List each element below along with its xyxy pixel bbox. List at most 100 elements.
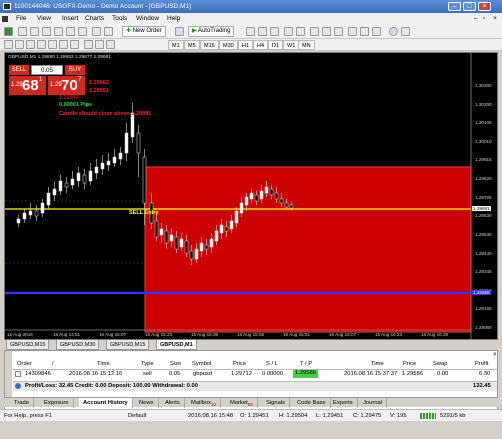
metaeditor-icon[interactable] [175,27,184,36]
new-order-button[interactable]: ✚ New Order [122,26,166,37]
ask-price-box[interactable]: 1.29 70 7 [48,76,85,95]
menu-window[interactable]: Window [136,13,159,25]
lot-size-input[interactable]: 0.05 [31,65,63,75]
timeframe-m5[interactable]: M5 [184,40,200,50]
arrows-icon[interactable] [106,40,115,49]
tab-gbpusd-m15-b[interactable]: GBPUSD,M15 [106,340,150,350]
history-icon[interactable] [92,27,101,36]
trendline-icon[interactable] [48,40,57,49]
periods-icon[interactable] [360,27,369,36]
tile-icon[interactable] [310,27,319,36]
sell-button[interactable]: SELL [9,65,29,75]
terminal-icon[interactable] [66,27,75,36]
timeframe-d1[interactable]: D1 [268,40,284,50]
timeframe-m30[interactable]: M30 [219,40,238,50]
menu-help[interactable]: Help [167,13,180,25]
standard-toolbar: ✚ New Order ▶ AutoTrading [0,25,502,39]
one-click-trading-panel: SELL 0.05 BUY 1.29 68 1 1.29 70 7 [9,65,85,95]
tab-account-history[interactable]: Account History [79,398,133,408]
menu-charts[interactable]: Charts [85,13,104,25]
horizontal-line-icon[interactable] [37,40,46,49]
mdi-minimize-icon[interactable]: – [474,13,478,25]
tab-gbpusd-m1[interactable]: GBPUSD,M1 [156,340,197,350]
candle-body [169,234,174,242]
search-icon[interactable] [401,27,410,36]
autotrading-button[interactable]: ▶ AutoTrading [188,26,235,37]
tab-gbpusd-m15-a[interactable]: GBPUSD,M15 [6,340,50,350]
menu-tools[interactable]: Tools [112,13,127,25]
menu-insert[interactable]: Insert [62,13,78,25]
crosshair-icon[interactable] [15,40,24,49]
col-price[interactable]: Price [233,361,246,367]
profiles-icon[interactable] [18,27,27,36]
text-icon[interactable] [84,40,93,49]
menu-file[interactable]: File [16,13,26,25]
mdi-close-icon[interactable]: × [493,13,497,25]
candle-body [214,230,219,242]
col-close-price[interactable]: Price [403,361,416,367]
col-order[interactable]: Order [17,361,32,367]
community-icon[interactable] [389,27,398,36]
candle-body [100,162,105,170]
tab-exposure[interactable]: Exposure [40,398,74,408]
col-profit[interactable]: Profit [475,361,489,367]
tab-signals[interactable]: Signals [262,398,291,408]
line-chart-icon[interactable] [270,27,279,36]
timeframe-mn[interactable]: MN [298,40,315,50]
indicators-icon[interactable] [348,27,357,36]
templates-icon[interactable] [372,27,381,36]
refresh-icon[interactable] [104,27,113,36]
terminal-close-icon[interactable]: × [493,352,497,358]
close-icon[interactable]: × [478,2,491,11]
price-tick-label: 1.29820 [475,176,492,182]
col-symbol[interactable]: Symbol [192,361,211,367]
buy-button[interactable]: BUY [65,65,85,75]
maximize-icon[interactable]: □ [463,2,476,11]
tab-alerts[interactable]: Alerts [161,398,185,408]
tab-market[interactable]: Market59 [226,398,258,408]
col-size[interactable]: Size [170,361,181,367]
tab-news[interactable]: News [135,398,159,408]
autoscroll-icon[interactable] [322,27,331,36]
tab-code-base[interactable]: Code Base [293,398,331,408]
candles-icon[interactable] [258,27,267,36]
col-close-time[interactable]: Time [371,361,384,367]
vertical-line-icon[interactable] [26,40,35,49]
col-swap[interactable]: Swap [433,361,448,367]
col-type[interactable]: Type [141,361,154,367]
tab-experts[interactable]: Experts [329,398,358,408]
tester-icon[interactable] [78,27,87,36]
timeframe-m15[interactable]: M15 [200,40,219,50]
col-tp[interactable]: T / P [300,361,312,367]
equidistant-channel-icon[interactable] [59,40,68,49]
menu-view[interactable]: View [37,13,51,25]
timeframe-w1[interactable]: W1 [283,40,300,50]
timeframe-h4[interactable]: H4 [253,40,269,50]
market-watch-icon[interactable] [30,27,39,36]
mdi-restore-icon[interactable]: ▫ [483,13,485,25]
table-row[interactable]: 14309846 2016.08.16 15:12:16 sell 0.05 g… [13,370,497,380]
text-label-icon[interactable] [95,40,104,49]
zoom-out-icon[interactable] [296,27,305,36]
new-chart-icon[interactable] [4,27,13,36]
timeframe-h1[interactable]: H1 [238,40,254,50]
bar-chart-icon[interactable] [246,27,255,36]
price-chart[interactable]: SELL 0.05 BUY 1.29 68 1 1.29 70 7 GBPUSD… [4,52,498,341]
tab-journal[interactable]: Journal [359,398,388,408]
chart-shift-icon[interactable] [334,27,343,36]
minimize-icon[interactable]: – [448,2,461,11]
bid-price-box[interactable]: 1.29 68 1 [9,76,46,95]
col-open-time[interactable]: Time [97,361,110,367]
navigator-icon[interactable] [54,27,63,36]
tab-gbpusd-m30[interactable]: GBPUSD,M30 [56,340,100,350]
tab-trade[interactable]: Trade [10,398,34,408]
fibonacci-icon[interactable] [70,40,79,49]
col-sl[interactable]: S / L [266,361,278,367]
zoom-in-icon[interactable] [284,27,293,36]
cursor-icon[interactable] [4,40,13,49]
timeframe-m1[interactable]: M1 [168,40,184,50]
chart-window-icon[interactable] [2,16,8,22]
tab-mailbox[interactable]: Mailbox10 [187,398,221,408]
col-sort[interactable]: / [52,361,54,367]
data-window-icon[interactable] [42,27,51,36]
